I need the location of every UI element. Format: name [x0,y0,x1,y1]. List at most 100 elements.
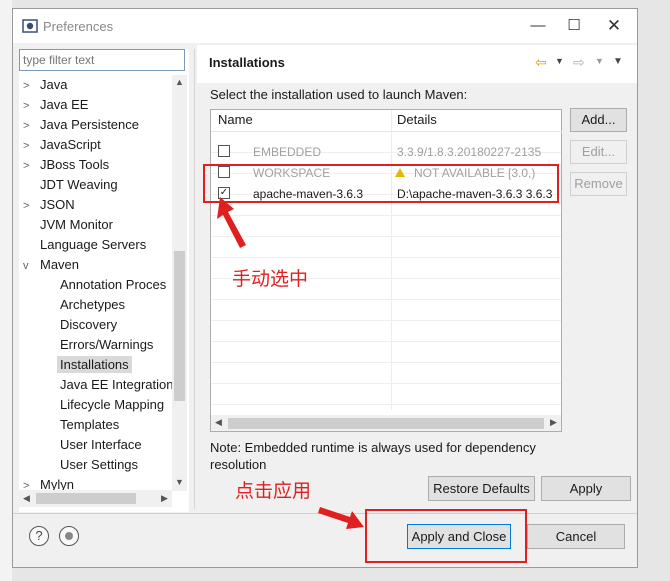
annotation-highlight-row [203,164,559,203]
back-arrow-icon[interactable]: ⇦ [535,54,547,71]
apply-button[interactable]: Apply [541,476,631,501]
restore-defaults-button[interactable]: Restore Defaults [428,476,535,501]
remove-button[interactable]: Remove [570,172,627,196]
scroll-left-arrow-icon[interactable]: ◀ [211,417,226,428]
table-row-gridline [211,236,561,237]
add-button[interactable]: Add... [570,108,627,132]
minimize-button[interactable]: — [523,15,553,37]
record-dot-icon [65,532,73,540]
chevron-right-icon[interactable]: > [23,136,37,156]
tree-item[interactable]: JDT Weaving [37,175,121,195]
annotation-highlight-apply-close [365,509,527,563]
tree-vertical-scrollbar[interactable]: ▲ ▼ [172,75,187,491]
tree-item[interactable]: Lifecycle Mapping [57,395,167,415]
tree-item[interactable]: > JBoss Tools [23,155,112,175]
annotation-manual-select: 手动选中 [232,268,309,290]
filter-input[interactable] [19,49,185,71]
scroll-up-arrow-icon[interactable]: ▲ [172,77,187,87]
scroll-down-arrow-icon[interactable]: ▼ [172,477,187,487]
tree-item-label: Installations [57,356,132,373]
tree-item-label: User Interface [60,437,142,452]
tree-item[interactable]: > Mylyn [23,475,77,490]
installation-checkbox[interactable] [218,145,230,157]
installation-details[interactable]: 3.3.9/1.8.3.20180227-2135 [397,142,560,162]
close-button[interactable]: ✕ [599,15,629,37]
tree-item[interactable]: Archetypes [57,295,128,315]
chevron-right-icon[interactable]: > [23,96,37,116]
tree-item[interactable]: Annotation Proces [57,275,169,295]
tree-item[interactable]: User Settings [57,455,141,475]
table-row-gridline [211,341,561,342]
annotation-click-apply: 点击应用 [235,480,312,502]
preference-tree-panel: >Java>Java EE>Java Persistence>JavaScrip… [19,49,189,512]
table-row-gridline [211,215,561,216]
annotation-arrow-right-icon [318,507,364,529]
chevron-right-icon[interactable]: > [23,76,37,96]
tree-item[interactable]: Errors/Warnings [57,335,156,355]
tree-item[interactable]: Java EE Integration [57,375,172,395]
tree-item[interactable]: > Java [23,75,70,95]
tree-vscroll-thumb[interactable] [174,251,185,401]
tree-item[interactable]: > JavaScript [23,135,104,155]
scroll-right-arrow-icon[interactable]: ▶ [546,417,561,428]
tree-horizontal-scrollbar[interactable]: ◀ ▶ [19,490,172,507]
tree-item-label: Java [40,77,68,92]
forward-arrow-icon[interactable]: ⇨ [573,54,585,71]
tree-item-label: Java EE [40,97,89,112]
preferences-import-icon[interactable] [59,526,79,546]
help-icon[interactable]: ? [29,526,49,546]
tree-item-label: JVM Monitor [40,217,113,232]
chevron-right-icon[interactable]: > [23,156,37,176]
tree-item[interactable]: Discovery [57,315,120,335]
window-title: Preferences [43,19,114,34]
column-header-name[interactable]: Name [211,110,391,132]
scroll-right-arrow-icon[interactable]: ▶ [157,493,172,504]
tree-item-label: Java EE Integration [60,377,172,392]
title-bar: Preferences — ☐ ✕ [13,9,637,43]
table-horizontal-scrollbar[interactable]: ◀ ▶ [211,415,561,431]
tree-hscroll-thumb[interactable] [36,493,136,504]
column-divider [391,110,392,410]
chevron-down-icon[interactable]: v [23,256,37,276]
tree-item[interactable]: Templates [57,415,122,435]
view-menu-icon[interactable]: ▼ [613,56,623,67]
page-title: Installations [209,55,285,70]
tree-item-label: Language Servers [40,237,147,252]
maximize-button[interactable]: ☐ [559,15,589,37]
forward-dropdown-icon[interactable]: ▼ [595,56,604,66]
chevron-right-icon[interactable]: > [23,196,37,216]
chevron-right-icon[interactable]: > [23,116,37,136]
tree-item[interactable]: Installations [57,355,132,375]
table-row-gridline [211,383,561,384]
page-header: Installations ⇦ ▼ ⇨ ▼ ▼ [197,45,637,83]
table-row-gridline [211,320,561,321]
tree-item[interactable]: > JSON [23,195,78,215]
column-header-details[interactable]: Details [392,110,562,132]
tree-item-label: Maven [40,257,80,272]
tree-item[interactable]: JVM Monitor [37,215,116,235]
chevron-right-icon[interactable]: > [23,476,37,490]
tree-item-label: Archetypes [60,297,126,312]
tree-item[interactable]: v Maven [23,255,82,275]
tree-item[interactable]: > Java Persistence [23,115,142,135]
tree-item-label: JavaScript [40,137,101,152]
edit-button[interactable]: Edit... [570,140,627,164]
cancel-button[interactable]: Cancel [527,524,625,549]
tree-item-label: JBoss Tools [40,157,110,172]
back-dropdown-icon[interactable]: ▼ [555,56,564,66]
installation-name[interactable]: EMBEDDED [253,142,388,162]
tree-item-label: Errors/Warnings [60,337,154,352]
tree-item[interactable]: > Java EE [23,95,91,115]
scroll-left-arrow-icon[interactable]: ◀ [19,493,34,504]
table-row-gridline [211,404,561,405]
tree-item-label: Java Persistence [40,117,139,132]
tree-item-label: Lifecycle Mapping [60,397,165,412]
tree-item[interactable]: User Interface [57,435,145,455]
table-row-gridline [211,257,561,258]
tree-item-label: User Settings [60,457,139,472]
background-strip [0,0,12,581]
tree-item[interactable]: Language Servers [37,235,149,255]
table-hscroll-thumb[interactable] [228,418,544,429]
panel-divider [194,49,195,509]
tree-item-label: Mylyn [40,477,74,490]
